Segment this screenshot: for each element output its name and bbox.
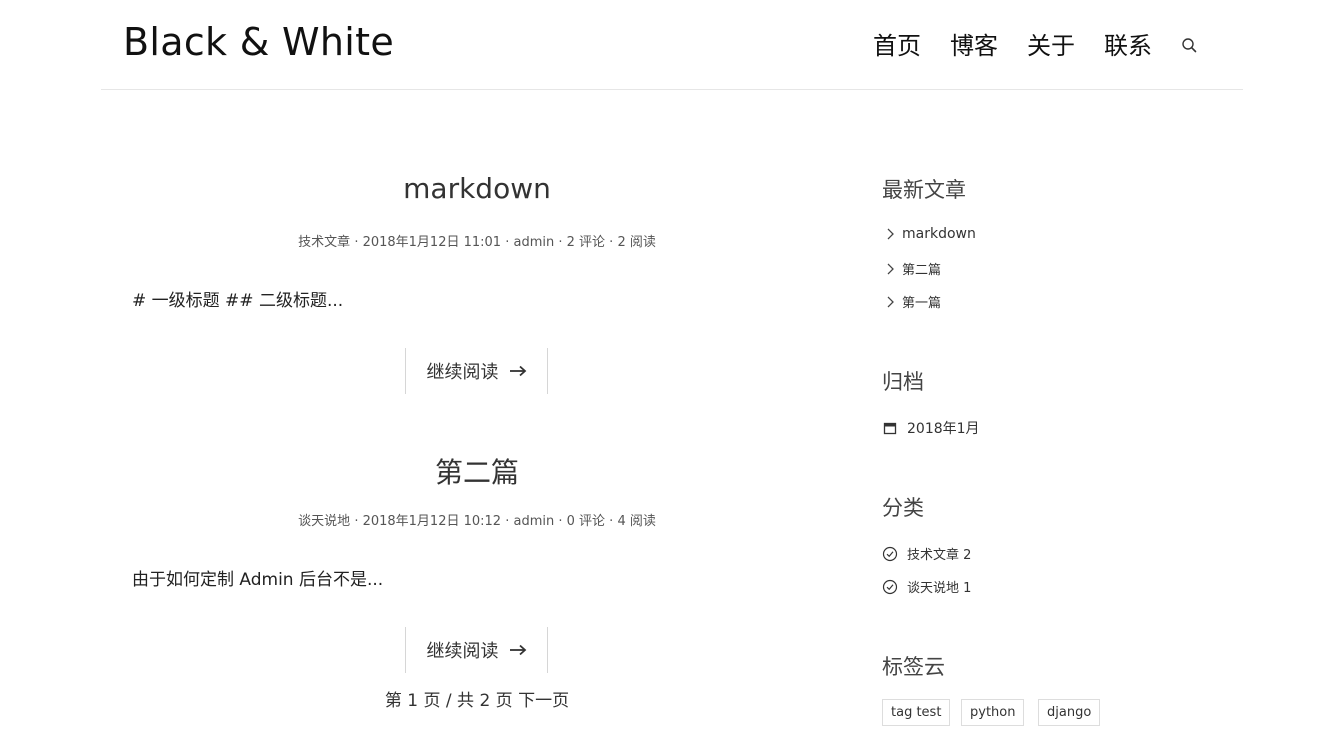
archive-item[interactable]: 2018年1月 (882, 418, 980, 438)
post-excerpt: 由于如何定制 Admin 后台不是... (132, 570, 384, 590)
chevron-right-icon (882, 226, 898, 242)
recent-posts-title: 最新文章 (882, 178, 966, 202)
post-meta: 技术文章 · 2018年1月12日 11:01 · admin · 2 评论 ·… (298, 235, 656, 250)
next-page-link[interactable]: 下一页 (518, 691, 569, 711)
post-excerpt: # 一级标题 ## 二级标题... (132, 291, 344, 311)
recent-post-item[interactable]: 第二篇 (882, 259, 941, 278)
post-date[interactable]: 2018年1月12日 10:12 (363, 514, 502, 529)
category-item[interactable]: 谈天说地 1 (882, 577, 971, 596)
tag-item[interactable]: django (1038, 699, 1101, 726)
tag-item[interactable]: tag test (882, 699, 951, 726)
check-circle-icon (882, 546, 898, 562)
post-meta: 谈天说地 · 2018年1月12日 10:12 · admin · 0 评论 ·… (298, 514, 656, 529)
recent-post-item[interactable]: markdown (882, 226, 976, 242)
site-logo[interactable]: Black & White (123, 20, 394, 64)
post-category[interactable]: 谈天说地 (298, 514, 350, 529)
post-views: 2 阅读 (617, 235, 656, 250)
tag-item[interactable]: python (961, 699, 1025, 726)
site-header: Black & White 首页 博客 关于 联系 (101, 0, 1243, 90)
post-views: 4 阅读 (617, 514, 656, 529)
post-author[interactable]: admin (513, 514, 554, 529)
post-title[interactable]: markdown (120, 172, 834, 205)
read-more-label: 继续阅读 (426, 641, 499, 662)
check-circle-icon (882, 579, 898, 595)
category-item[interactable]: 技术文章 2 (882, 544, 971, 563)
post-date[interactable]: 2018年1月12日 11:01 (363, 235, 502, 250)
post-category[interactable]: 技术文章 (298, 235, 350, 250)
categories-title: 分类 (882, 496, 924, 520)
chevron-right-icon (882, 261, 898, 277)
post-title[interactable]: 第二篇 (120, 451, 834, 491)
archive-title: 归档 (882, 370, 924, 394)
post-comments[interactable]: 0 评论 (567, 514, 605, 529)
read-more-label: 继续阅读 (426, 362, 499, 383)
pagination: 第 1 页 / 共 2 页 下一页 (120, 686, 834, 711)
nav-about[interactable]: 关于 (1027, 30, 1075, 62)
nav-contact[interactable]: 联系 (1104, 30, 1152, 62)
read-more-button[interactable]: 继续阅读 (405, 627, 548, 673)
search-icon[interactable] (1180, 36, 1200, 56)
nav-home[interactable]: 首页 (873, 30, 921, 62)
recent-post-label: 第一篇 (902, 296, 942, 311)
post-comments[interactable]: 2 评论 (567, 235, 605, 250)
arrow-right-icon (509, 361, 527, 382)
page-status: 第 1 页 / 共 2 页 (384, 691, 513, 711)
recent-post-item[interactable]: 第一篇 (882, 292, 941, 311)
read-more-button[interactable]: 继续阅读 (405, 348, 548, 394)
archive-label: 2018年1月 (907, 421, 980, 437)
calendar-icon (882, 420, 898, 436)
nav-blog[interactable]: 博客 (950, 30, 998, 62)
category-label: 技术文章 2 (907, 548, 972, 563)
recent-post-label: markdown (902, 226, 976, 242)
arrow-right-icon (509, 640, 527, 661)
recent-post-label: 第二篇 (902, 263, 942, 278)
post-author[interactable]: admin (513, 235, 554, 250)
category-label: 谈天说地 1 (907, 581, 972, 596)
chevron-right-icon (882, 294, 898, 310)
tag-cloud-title: 标签云 (882, 655, 945, 679)
main-nav: 首页 博客 关于 联系 (873, 30, 1200, 62)
